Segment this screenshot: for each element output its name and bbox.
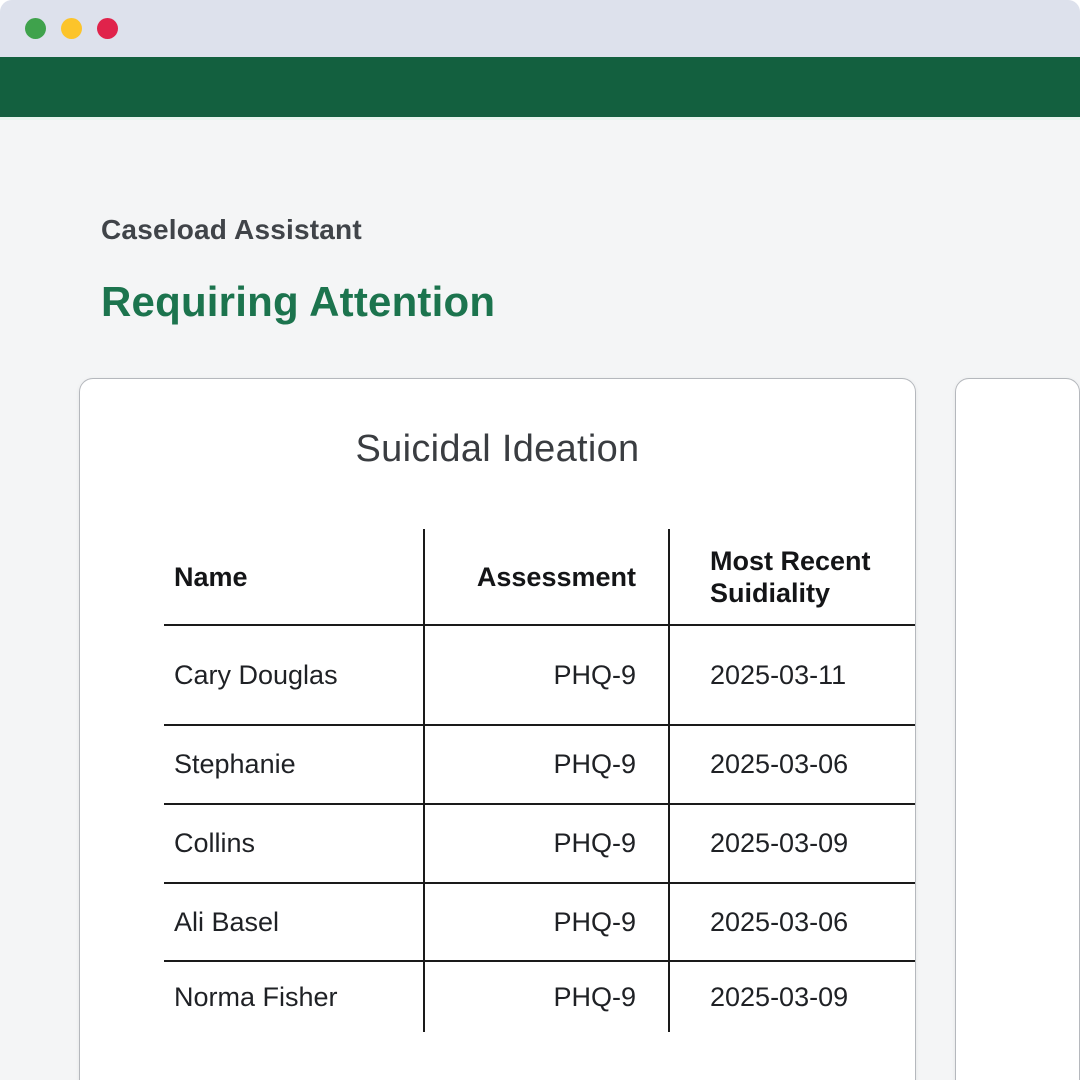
window-titlebar — [0, 0, 1080, 57]
page-title: Requiring Attention — [101, 274, 1080, 330]
app-title: Caseload Assistant — [101, 212, 1080, 248]
table-cell-name: Ali Basel — [164, 884, 423, 962]
table-cell-assessment: PHQ-9 — [423, 726, 668, 805]
column-header-assessment: Assessment — [423, 529, 668, 626]
table-cell-date: 2025-03-06 — [668, 726, 915, 805]
table-cell-name: Stephanie — [164, 726, 423, 805]
page-content: Caseload Assistant Requiring Attention S… — [0, 212, 1080, 1080]
suicidal-ideation-card: Suicidal Ideation Name Assessment Most R… — [79, 378, 916, 1080]
app-header-bar — [0, 57, 1080, 120]
window-yellow-light-icon[interactable] — [61, 18, 82, 39]
table-cell-name: Collins — [164, 805, 423, 884]
table-cell-date: 2025-03-09 — [668, 805, 915, 884]
window-red-light-icon[interactable] — [97, 18, 118, 39]
patients-table: Name Assessment Most Recent Suidiality C… — [164, 529, 915, 1032]
card-title: Suicidal Ideation — [80, 427, 915, 471]
table-cell-assessment: PHQ-9 — [423, 805, 668, 884]
table-cell-assessment: PHQ-9 — [423, 884, 668, 962]
table-cell-date: 2025-03-09 — [668, 962, 915, 1032]
table-cell-date: 2025-03-11 — [668, 626, 915, 726]
cards-row: Suicidal Ideation Name Assessment Most R… — [79, 378, 1080, 1080]
table-cell-name: Norma Fisher — [164, 962, 423, 1032]
app-window: Caseload Assistant Requiring Attention S… — [0, 0, 1080, 1080]
table-cell-assessment: PHQ-9 — [423, 962, 668, 1032]
table-cell-assessment: PHQ-9 — [423, 626, 668, 726]
next-card-partial — [955, 378, 1080, 1080]
column-header-most-recent-suidiality: Most Recent Suidiality — [668, 529, 915, 626]
table-cell-name: Cary Douglas — [164, 626, 423, 726]
column-header-name: Name — [164, 529, 423, 626]
window-green-light-icon[interactable] — [25, 18, 46, 39]
table-cell-date: 2025-03-06 — [668, 884, 915, 962]
